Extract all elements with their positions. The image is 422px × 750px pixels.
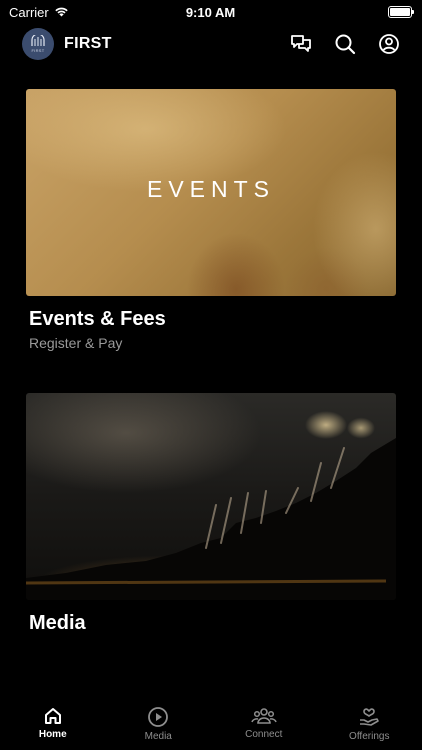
tab-media-label: Media — [144, 731, 172, 742]
app-name: FIRST — [64, 35, 112, 52]
status-left: Carrier — [9, 5, 129, 20]
status-bar: Carrier 9:10 AM — [0, 0, 422, 24]
tab-home-label: Home — [38, 729, 67, 740]
battery-icon — [388, 6, 414, 18]
events-card-title: Events & Fees — [29, 308, 166, 330]
people-icon — [251, 708, 277, 724]
church-logo[interactable]: FIRST — [22, 28, 54, 60]
search-button[interactable] — [334, 33, 356, 55]
play-circle-icon — [148, 707, 169, 727]
tab-bar: Home Media Connect Offerings — [0, 706, 422, 750]
media-card[interactable]: Media — [26, 393, 396, 635]
media-card-title: Media — [29, 612, 86, 634]
status-right — [292, 6, 414, 18]
events-image-overlay: EVENTS — [26, 89, 396, 296]
logo-text: FIRST — [31, 48, 45, 53]
tab-connect-label: Connect — [245, 729, 283, 740]
app-header: FIRST FIRST — [0, 26, 422, 62]
events-card-image[interactable]: EVENTS — [26, 89, 396, 296]
tab-media[interactable]: Media — [106, 706, 211, 742]
heart-hand-icon — [360, 708, 380, 726]
status-time: 9:10 AM — [185, 4, 236, 20]
events-card-subtitle: Register & Pay — [29, 335, 123, 351]
chat-button[interactable] — [290, 33, 312, 55]
tab-home[interactable]: Home — [0, 706, 105, 740]
search-icon — [335, 34, 356, 55]
profile-icon — [379, 34, 399, 54]
tab-offerings[interactable]: Offerings — [317, 706, 422, 742]
chat-icon — [291, 35, 311, 52]
events-image-label: EVENTS — [146, 176, 276, 202]
tab-connect[interactable]: Connect — [211, 706, 316, 740]
media-card-image[interactable] — [26, 393, 396, 600]
home-icon — [44, 708, 61, 724]
tab-offerings-label: Offerings — [349, 731, 390, 742]
carrier-label: Carrier — [9, 4, 49, 20]
profile-button[interactable] — [378, 33, 400, 55]
events-card[interactable]: EVENTS Events & Fees Register & Pay — [26, 89, 396, 351]
logo-emblem-icon — [31, 35, 45, 46]
header-actions — [290, 33, 400, 55]
wifi-icon — [54, 5, 69, 20]
crowd-silhouette-image — [26, 438, 396, 600]
